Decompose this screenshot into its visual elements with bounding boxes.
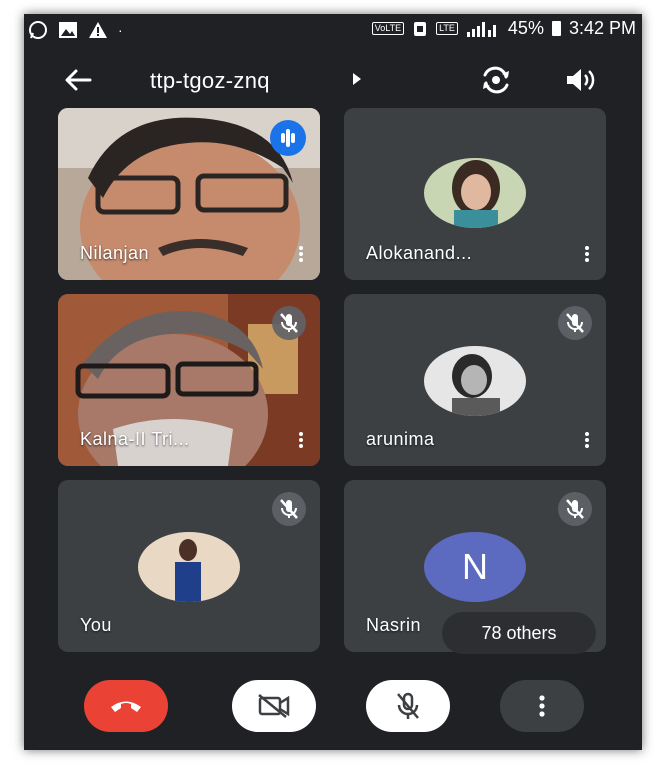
more-vert-icon — [539, 695, 545, 717]
participant-tile-kalna[interactable]: Kalna-II Tri... — [58, 294, 320, 466]
end-call-icon — [111, 701, 141, 712]
mic-muted-icon — [558, 306, 592, 340]
mic-muted-icon — [272, 306, 306, 340]
mic-off-icon — [397, 692, 419, 719]
more-vert-icon[interactable] — [582, 244, 592, 266]
participant-name: arunima — [366, 429, 435, 449]
status-dot: · — [118, 22, 123, 38]
mic-muted-icon — [558, 492, 592, 526]
more-options-button[interactable] — [500, 680, 584, 732]
participant-tile-you[interactable]: You — [58, 480, 320, 652]
camera-toggle-button[interactable] — [232, 680, 316, 732]
gallery-icon — [59, 22, 77, 38]
sim-icon — [414, 21, 427, 36]
participant-name: Kalna-II Tri... — [80, 429, 190, 449]
participant-name: You — [80, 615, 112, 635]
speaker-icon[interactable] — [564, 65, 598, 95]
switch-camera-icon[interactable] — [479, 64, 513, 96]
participant-name: Alokanand... — [366, 243, 473, 263]
avatar-initial-text: N — [462, 546, 488, 587]
warning-icon — [89, 22, 107, 38]
meeting-code[interactable]: ttp-tgoz-znq — [150, 68, 270, 94]
more-vert-icon[interactable] — [296, 244, 306, 266]
others-count-button[interactable]: 78 others — [442, 612, 596, 654]
participant-tile-nilanjan[interactable]: Nilanjan — [58, 108, 320, 280]
participant-name: Nilanjan — [80, 243, 150, 263]
signal-icon — [466, 21, 496, 37]
status-bar: · VoLTE LTE 45% 3:42 PM — [24, 14, 642, 44]
end-call-button[interactable] — [84, 680, 168, 732]
expand-arrow-icon[interactable] — [352, 72, 362, 86]
more-vert-icon[interactable] — [582, 430, 592, 452]
avatar-initial: N — [424, 532, 526, 602]
camera-off-icon — [258, 694, 290, 718]
battery-percent: 45% — [507, 18, 544, 38]
participant-name: Nasrin — [366, 615, 422, 635]
speaking-indicator-icon — [270, 120, 306, 156]
participant-tile-arunima[interactable]: arunima — [344, 294, 606, 466]
clock: 3:42 PM — [568, 18, 636, 38]
whatsapp-icon — [29, 21, 47, 39]
meeting-header: ttp-tgoz-znq — [24, 60, 642, 100]
more-vert-icon[interactable] — [296, 430, 306, 452]
back-arrow-icon[interactable] — [62, 64, 94, 96]
battery-icon — [551, 21, 561, 36]
meet-screen: · VoLTE LTE 45% 3:42 PM ttp-tgoz-znq Nil… — [24, 14, 642, 750]
lte-label: LTE — [436, 22, 458, 35]
volte-label: VoLTE — [371, 22, 405, 35]
mic-muted-icon — [272, 492, 306, 526]
participant-tile-alokananda[interactable]: Alokanand... — [344, 108, 606, 280]
avatar — [424, 346, 526, 416]
mic-toggle-button[interactable] — [366, 680, 450, 732]
avatar — [424, 158, 526, 228]
avatar — [138, 532, 240, 602]
